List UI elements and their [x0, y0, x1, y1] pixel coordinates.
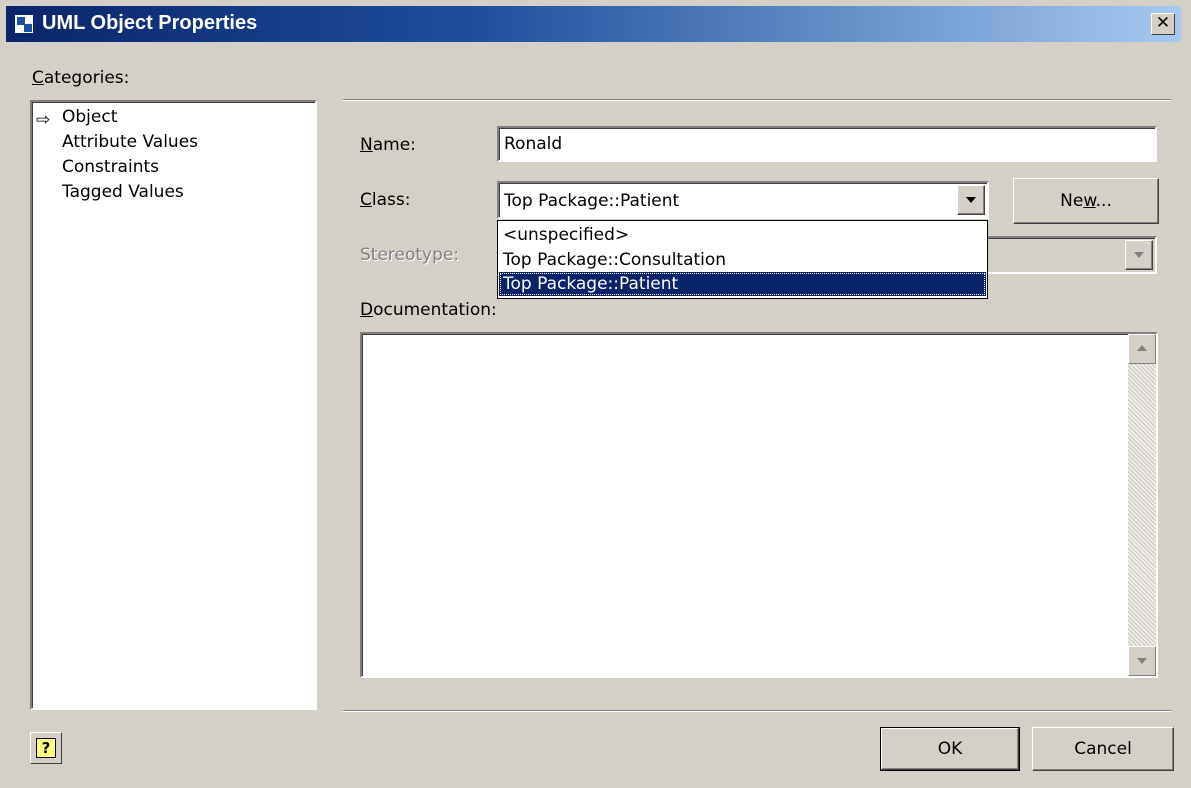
categories-list[interactable]: ⇨ Object Attribute Values Constraints Ta…: [30, 100, 317, 710]
class-option-unspecified[interactable]: <unspecified>: [499, 223, 986, 247]
close-button[interactable]: ✕: [1151, 13, 1175, 35]
class-value: Top Package::Patient: [504, 191, 680, 211]
new-class-button[interactable]: New...: [1013, 178, 1159, 224]
help-icon: ?: [36, 738, 56, 758]
categories-label: Categories:: [32, 68, 130, 88]
class-dropdown-button[interactable]: [957, 185, 985, 215]
cancel-button[interactable]: Cancel: [1032, 727, 1174, 771]
documentation-scrollbar[interactable]: [1128, 334, 1156, 676]
class-label: Class:: [360, 190, 411, 210]
class-dropdown-list[interactable]: <unspecified> Top Package::Consultation …: [497, 220, 988, 299]
class-combobox[interactable]: Top Package::Patient: [497, 181, 989, 219]
title-bar[interactable]: UML Object Properties ✕: [6, 6, 1181, 42]
stereotype-label: Stereotype:: [360, 245, 460, 265]
category-object[interactable]: Object: [62, 107, 117, 127]
uml-object-properties-dialog: UML Object Properties ✕ Categories: ⇨ Ob…: [0, 0, 1191, 788]
category-constraints[interactable]: Constraints: [62, 157, 159, 177]
top-divider: [343, 99, 1171, 101]
documentation-textarea[interactable]: [360, 332, 1158, 678]
close-icon: ✕: [1155, 13, 1171, 33]
stereotype-dropdown-button: [1125, 240, 1153, 270]
bottom-divider: [343, 710, 1171, 712]
scroll-up-arrow-icon: [1137, 345, 1147, 351]
documentation-label: Documentation:: [360, 300, 497, 320]
scroll-up-button[interactable]: [1128, 334, 1156, 364]
window-title: UML Object Properties: [42, 12, 258, 34]
scroll-down-arrow-icon: [1137, 658, 1147, 664]
help-button[interactable]: ?: [30, 732, 62, 764]
current-category-arrow-icon: ⇨: [36, 110, 51, 130]
ok-button[interactable]: OK: [880, 727, 1020, 771]
class-option-patient[interactable]: Top Package::Patient: [499, 272, 986, 296]
category-tagged-values[interactable]: Tagged Values: [62, 182, 184, 202]
chevron-down-icon: [966, 197, 976, 203]
class-option-consultation[interactable]: Top Package::Consultation: [499, 248, 986, 272]
chevron-down-icon: [1134, 252, 1144, 258]
app-icon: [14, 14, 34, 34]
category-attribute-values[interactable]: Attribute Values: [62, 132, 198, 152]
scroll-down-button[interactable]: [1128, 646, 1156, 676]
name-input[interactable]: Ronald: [497, 126, 1157, 162]
name-label: Name:: [360, 135, 416, 155]
